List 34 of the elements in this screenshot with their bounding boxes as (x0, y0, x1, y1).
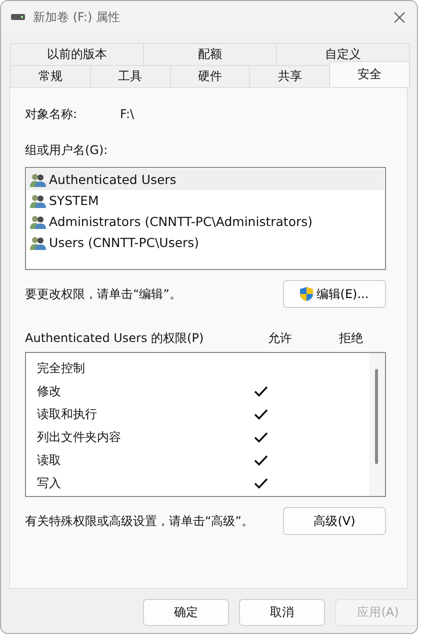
user-item[interactable]: Authenticated Users (27, 169, 384, 190)
permission-name: 读取 (37, 452, 62, 469)
permission-name: 修改 (37, 383, 62, 400)
window-title: 新加卷 (F:) 属性 (33, 8, 122, 26)
permission-name: 列出文件夹内容 (37, 429, 122, 446)
deny-header: 拒绝 (338, 330, 364, 347)
scrollbar[interactable] (369, 353, 385, 496)
tab[interactable]: 常规 (10, 65, 91, 87)
groups-label: 组或用户名(G): (25, 142, 109, 159)
users-icon (30, 214, 46, 228)
drive-icon (11, 14, 25, 20)
object-name-label: 对象名称: (25, 106, 78, 122)
user-item[interactable]: Administrators (CNNTT-PC\Administrators) (27, 211, 384, 232)
advanced-hint: 有关特殊权限或高级设置，请单击“高级”。 (25, 512, 254, 530)
users-icon (30, 236, 46, 250)
advanced-button[interactable]: 高级(V) (283, 507, 386, 535)
user-item[interactable]: SYSTEM (27, 190, 384, 211)
edit-button[interactable]: 编辑(E)... (283, 280, 386, 308)
permission-name: 完全控制 (37, 360, 86, 377)
shield-icon (300, 287, 314, 301)
permissions-label: Authenticated Users 的权限(P) (25, 330, 205, 347)
tab[interactable]: 以前的版本 (10, 43, 144, 65)
users-icon (30, 172, 46, 186)
permission-name: 写入 (37, 475, 62, 492)
tab[interactable]: 安全 (329, 61, 410, 87)
object-name-value: F:\ (120, 107, 134, 121)
allow-header: 允许 (267, 330, 293, 347)
dialog-button[interactable]: 确定 (143, 599, 229, 626)
user-item[interactable]: Users (CNNTT-PC\Users) (27, 232, 384, 253)
users-icon (30, 194, 46, 208)
permission-name: 读取和执行 (37, 406, 98, 423)
dialog-button[interactable]: 取消 (239, 599, 325, 626)
edit-hint: 要更改权限，请单击“编辑”。 (25, 286, 182, 302)
close-icon[interactable] (394, 12, 405, 22)
